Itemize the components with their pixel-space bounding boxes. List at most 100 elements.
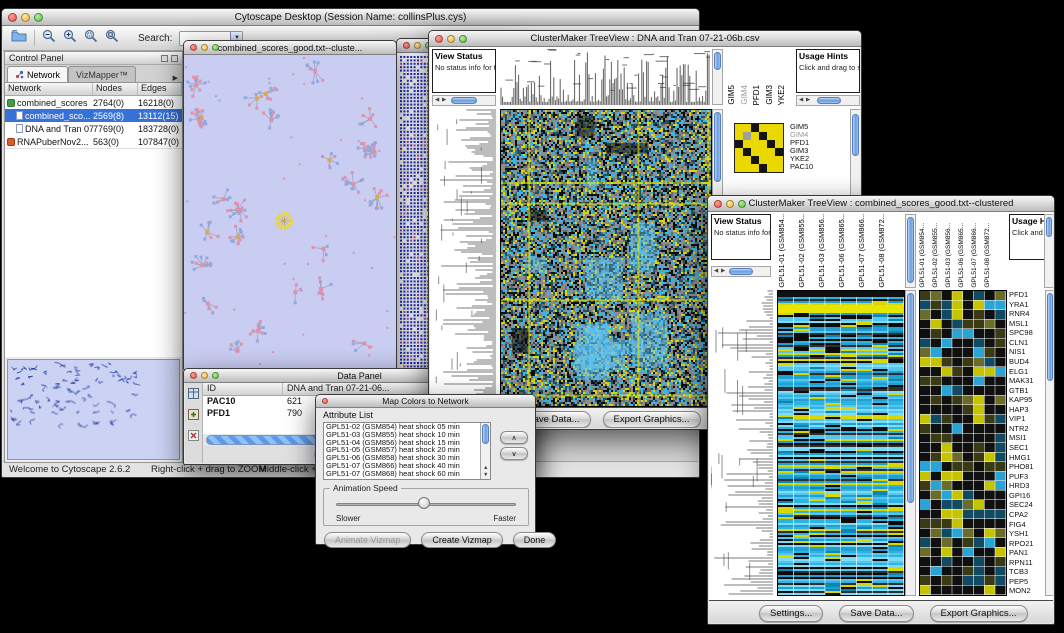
gene-label[interactable]: RPN11 bbox=[1009, 558, 1043, 568]
minimize-icon[interactable] bbox=[726, 200, 734, 208]
open-session-icon[interactable] bbox=[11, 29, 27, 47]
scroll-up-icon[interactable]: ▲ bbox=[483, 466, 488, 472]
attribute-item[interactable]: GPL51-07 (GSM868) heat shock 60 min bbox=[324, 470, 490, 478]
status-hscrollbar[interactable]: ◀ ▶ bbox=[711, 266, 771, 277]
maximize-icon[interactable] bbox=[34, 13, 43, 22]
zoom-heatmap-canvas[interactable] bbox=[919, 290, 1007, 596]
col-nodes[interactable]: Nodes bbox=[93, 83, 138, 95]
float-panel-icon[interactable] bbox=[161, 55, 168, 62]
gene-label[interactable]: FIG4 bbox=[1009, 520, 1043, 530]
gene-label[interactable]: CLN1 bbox=[1009, 338, 1043, 348]
scroll-thumb[interactable] bbox=[852, 114, 859, 156]
move-up-button[interactable]: ∧ bbox=[500, 431, 528, 444]
gene-label[interactable]: RPO21 bbox=[1009, 539, 1043, 549]
column-label[interactable]: GPL51-03 (GSM856... bbox=[817, 214, 826, 288]
gene-label[interactable]: SPC98 bbox=[1009, 328, 1043, 338]
close-icon[interactable] bbox=[714, 200, 722, 208]
dialog-titlebar[interactable]: Map Colors to Network bbox=[316, 395, 535, 408]
column-label[interactable]: GIM3 bbox=[765, 85, 775, 105]
speed-slider-thumb[interactable] bbox=[418, 497, 430, 509]
heatmap-canvas[interactable] bbox=[777, 290, 905, 596]
row-dendrogram[interactable] bbox=[432, 109, 496, 407]
column-dendrogram[interactable] bbox=[500, 49, 710, 105]
treeview-button[interactable]: Export Graphics... bbox=[603, 411, 701, 428]
treeview-button[interactable]: Settings... bbox=[759, 605, 823, 622]
scroll-left-icon[interactable]: ◀ bbox=[435, 98, 439, 104]
network-row[interactable]: combined_sco... 2569(8) 13112(15) bbox=[5, 109, 182, 122]
scroll-right-icon[interactable]: ▶ bbox=[806, 98, 810, 104]
gene-label[interactable]: PUF3 bbox=[1009, 472, 1043, 482]
scroll-down-icon[interactable]: ▼ bbox=[483, 473, 488, 479]
network-tree-area[interactable] bbox=[5, 148, 182, 357]
row-dendrogram[interactable] bbox=[711, 290, 773, 596]
maximize-icon[interactable] bbox=[212, 44, 219, 51]
gene-label[interactable]: HMG1 bbox=[1009, 453, 1043, 463]
gene-label[interactable]: PFD1 bbox=[1009, 290, 1043, 300]
dendro-vscrollbar[interactable] bbox=[712, 49, 723, 105]
scroll-left-icon[interactable]: ◀ bbox=[799, 98, 803, 104]
tab-network[interactable]: Network bbox=[7, 66, 68, 82]
create-attribute-icon[interactable] bbox=[188, 407, 199, 425]
gene-label[interactable]: VIP1 bbox=[1009, 414, 1043, 424]
hints-hscrollbar[interactable]: ◀ ▶ bbox=[796, 95, 860, 106]
treeview2-titlebar[interactable]: ClusterMaker TreeView : combined_scores_… bbox=[708, 196, 1054, 212]
column-label[interactable]: GPL51-01 (GSM854... bbox=[777, 214, 786, 288]
network-canvas[interactable] bbox=[184, 55, 396, 369]
close-icon[interactable] bbox=[190, 372, 197, 379]
zoom-selected-icon[interactable] bbox=[84, 29, 98, 48]
dialog-button[interactable]: Animate Vizmap bbox=[324, 532, 411, 548]
delete-attribute-icon[interactable] bbox=[188, 428, 199, 446]
gene-label[interactable]: PHO81 bbox=[1009, 462, 1043, 472]
move-down-button[interactable]: ∨ bbox=[500, 447, 528, 460]
genes-vscrollbar[interactable] bbox=[1045, 290, 1053, 596]
network-overview-thumbnail[interactable] bbox=[7, 359, 180, 460]
gene-label[interactable]: PAN1 bbox=[1009, 548, 1043, 558]
maximize-icon[interactable] bbox=[459, 35, 467, 43]
column-label[interactable]: GPL51-06 (GSM865... bbox=[837, 214, 846, 288]
gene-label[interactable]: MSL1 bbox=[1009, 319, 1043, 329]
close-icon[interactable] bbox=[403, 42, 410, 49]
gene-label[interactable]: HRD3 bbox=[1009, 481, 1043, 491]
minimize-icon[interactable] bbox=[201, 372, 208, 379]
zoom-out-icon[interactable] bbox=[42, 29, 56, 48]
tab-vizmapper[interactable]: VizMapper™ bbox=[68, 66, 136, 82]
gene-label[interactable]: KAP95 bbox=[1009, 395, 1043, 405]
network-row[interactable]: DNA and Tran 07... 7769(0) 183728(0) bbox=[5, 122, 182, 135]
close-icon[interactable] bbox=[435, 35, 443, 43]
scroll-thumb[interactable] bbox=[729, 268, 753, 275]
main-titlebar[interactable]: Cytoscape Desktop (Session Name: collins… bbox=[2, 9, 699, 26]
zoom-fit-icon[interactable] bbox=[105, 29, 119, 48]
network-row[interactable]: combined_scores 2764(0) 16218(0) bbox=[5, 96, 182, 109]
gene-label[interactable]: GTB1 bbox=[1009, 386, 1043, 396]
close-icon[interactable] bbox=[322, 398, 328, 404]
gene-label[interactable]: ELG1 bbox=[1009, 367, 1043, 377]
column-label[interactable]: GIM5 bbox=[727, 85, 737, 105]
scroll-right-icon[interactable]: ▶ bbox=[721, 269, 725, 275]
tab-overflow-icon[interactable]: ▶ bbox=[173, 74, 182, 82]
maximize-icon[interactable] bbox=[738, 200, 746, 208]
minimize-icon[interactable] bbox=[201, 44, 208, 51]
network-row[interactable]: RNAPuberNov2... 563(0) 107847(0) bbox=[5, 135, 182, 148]
scroll-thumb[interactable] bbox=[714, 52, 721, 70]
close-panel-icon[interactable] bbox=[171, 55, 178, 62]
gene-label[interactable]: BUD4 bbox=[1009, 357, 1043, 367]
top-vscrollbar[interactable] bbox=[905, 214, 916, 288]
minimize-icon[interactable] bbox=[447, 35, 455, 43]
column-label[interactable]: GPL51-02 (GSM855... bbox=[797, 214, 806, 288]
heatmap-vscrollbar[interactable] bbox=[905, 290, 916, 596]
correlation-matrix-1[interactable] bbox=[734, 123, 784, 173]
col-network[interactable]: Network bbox=[5, 83, 93, 95]
close-icon[interactable] bbox=[8, 13, 17, 22]
gene-label[interactable]: YSH1 bbox=[1009, 529, 1043, 539]
column-label[interactable]: GPL51-06 (GSM865... bbox=[958, 223, 966, 288]
gene-label[interactable]: PEP5 bbox=[1009, 577, 1043, 587]
treeview-button[interactable]: Export Graphics... bbox=[930, 605, 1028, 622]
gene-label[interactable]: MSI1 bbox=[1009, 433, 1043, 443]
heatmap-canvas[interactable] bbox=[500, 109, 712, 407]
gene-label[interactable]: SEC24 bbox=[1009, 500, 1043, 510]
gene-label[interactable]: NTR2 bbox=[1009, 424, 1043, 434]
scroll-thumb[interactable] bbox=[482, 424, 489, 444]
scroll-thumb[interactable] bbox=[907, 293, 914, 503]
column-label[interactable]: GIM4 bbox=[740, 85, 750, 105]
dialog-button[interactable]: Done bbox=[513, 532, 557, 548]
